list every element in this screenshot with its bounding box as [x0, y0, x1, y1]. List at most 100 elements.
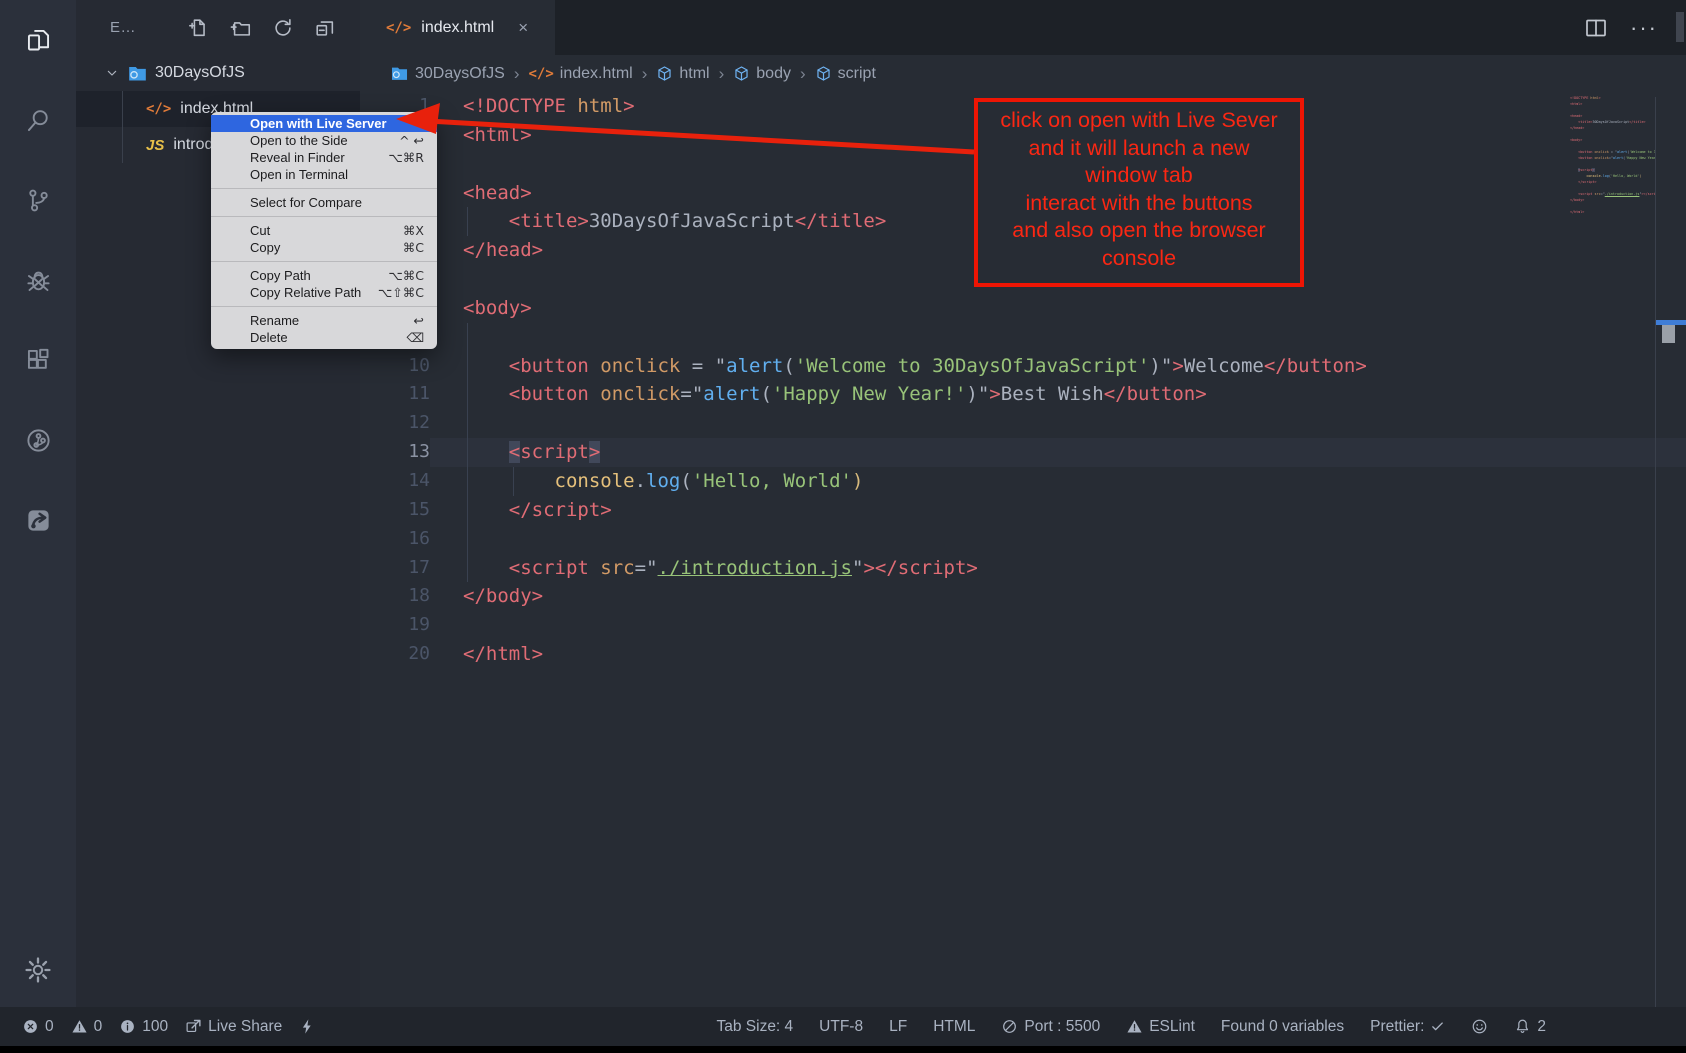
refresh-icon: [272, 17, 294, 39]
activity-item-search[interactable]: [0, 80, 76, 160]
menu-item-delete[interactable]: Delete⌫: [211, 329, 437, 346]
code-token: script: [520, 441, 589, 463]
status-notifications[interactable]: 2: [1514, 1018, 1546, 1036]
code-token: Best Wish: [1001, 383, 1104, 405]
code-token: ": [715, 355, 726, 377]
folder-label: 30DaysOfJS: [155, 64, 245, 82]
minimap-token: </html>: [1570, 210, 1584, 214]
menu-item-label: Open to the Side: [250, 133, 348, 148]
breadcrumb-separator: ›: [719, 64, 725, 84]
status-eslint[interactable]: ESLint: [1126, 1018, 1195, 1036]
code-token: ": [692, 383, 703, 405]
chevron-down-icon: [104, 65, 120, 81]
breadcrumb-item-index-html[interactable]: </>index.html: [528, 65, 632, 83]
line-number: 10: [360, 352, 430, 381]
menu-item-copy[interactable]: Copy⌘C: [211, 239, 437, 256]
annotation-line: console: [978, 245, 1300, 273]
menu-item-open-to-the-side[interactable]: Open to the Side^ ↩: [211, 132, 437, 149]
new-file-button[interactable]: [188, 17, 210, 39]
code-token: .: [635, 470, 646, 492]
split-editor-icon[interactable]: [1584, 16, 1608, 40]
status-tab-size[interactable]: Tab Size: 4: [716, 1018, 793, 1036]
status-feedback[interactable]: [1471, 1018, 1488, 1035]
breadcrumb-item-body[interactable]: body: [733, 65, 791, 83]
status-bar-left: 00 100 Live Share: [22, 1018, 316, 1036]
tab-index-html[interactable]: </> index.html ×: [360, 0, 555, 55]
breadcrumb-item-script[interactable]: script: [815, 65, 876, 83]
status-encoding[interactable]: UTF-8: [819, 1018, 863, 1036]
menu-item-select-for-compare[interactable]: Select for Compare: [211, 194, 437, 211]
gear-icon: [24, 956, 52, 984]
status-eol[interactable]: LF: [889, 1018, 907, 1036]
activity-item-settings[interactable]: [24, 956, 52, 989]
breadcrumb-item-30daysofjs[interactable]: 30DaysOfJS: [390, 64, 505, 83]
minimap[interactable]: <!DOCTYPE html><html><head> <title>30Day…: [1570, 95, 1656, 215]
menu-item-open-with-live-server[interactable]: Open with Live Server: [211, 115, 437, 132]
code-token: html: [566, 95, 623, 117]
tree-item-folder[interactable]: 30DaysOfJS: [76, 55, 360, 91]
menu-item-rename[interactable]: Rename↩: [211, 312, 437, 329]
activity-item-explorer[interactable]: [0, 0, 76, 80]
status-variables-label: Found 0 variables: [1221, 1018, 1344, 1036]
code-token: [463, 557, 509, 579]
code-line-9: 9: [360, 323, 1686, 352]
code-token: ": [1161, 355, 1172, 377]
code-token: ): [852, 470, 863, 492]
code-line-15: 15 </script>: [360, 496, 1686, 525]
activity-item-extensions[interactable]: [0, 320, 76, 400]
status-port[interactable]: Port : 5500: [1001, 1018, 1100, 1036]
status-prettier[interactable]: Prettier:: [1370, 1018, 1445, 1036]
menu-item-shortcut: ⌥⌘C: [388, 268, 424, 283]
status-problems-warnings[interactable]: 0: [71, 1018, 103, 1036]
minimap-line: <button onclick="alert('Happy New Year!'…: [1570, 155, 1656, 161]
error-icon: [22, 1018, 39, 1035]
extensions-icon: [25, 347, 52, 374]
newfile-icon: [188, 17, 210, 39]
scm-icon: [25, 187, 52, 214]
scrollbar-thumb[interactable]: [1676, 12, 1684, 42]
close-tab-icon[interactable]: ×: [518, 18, 528, 38]
status-port-label: Port : 5500: [1024, 1018, 1100, 1036]
line-content: </html>: [430, 640, 1686, 669]
cube-icon: [733, 65, 750, 82]
menu-item-copy-path[interactable]: Copy Path⌥⌘C: [211, 267, 437, 284]
activity-item-run-debug[interactable]: [0, 240, 76, 320]
collapse-all-button[interactable]: [314, 17, 336, 39]
activity-item-git-graph[interactable]: [0, 400, 76, 480]
minimap-token: onclick: [1592, 156, 1608, 160]
status-tab-size-label: Tab Size: 4: [716, 1018, 793, 1036]
menu-item-label: Delete: [250, 330, 288, 345]
more-actions-icon[interactable]: ···: [1630, 15, 1658, 41]
warning-icon: [71, 1018, 88, 1035]
menu-item-open-in-terminal[interactable]: Open in Terminal: [211, 166, 437, 183]
bottom-strip: [0, 1046, 1686, 1053]
bell-icon: [1514, 1018, 1531, 1035]
html-file-icon: </>: [528, 66, 553, 82]
line-number: 16: [360, 525, 430, 554]
line-content: <button onclick = "alert('Welcome to 30D…: [430, 352, 1686, 381]
overview-ruler-thumb[interactable]: [1662, 325, 1675, 343]
minimap-token: alert: [1617, 150, 1627, 154]
menu-item-shortcut: ⌘C: [403, 240, 424, 255]
status-variables[interactable]: Found 0 variables: [1221, 1018, 1344, 1036]
breadcrumb-item-html[interactable]: html: [656, 65, 709, 83]
explorer-actions: [188, 17, 336, 39]
refresh-button[interactable]: [272, 17, 294, 39]
code-token: </html>: [463, 643, 543, 665]
html-file-icon: </>: [146, 101, 171, 117]
breadcrumb-label: script: [838, 65, 876, 83]
status-language-mode[interactable]: HTML: [933, 1018, 975, 1036]
menu-separator: [211, 306, 437, 307]
menu-item-reveal-in-finder[interactable]: Reveal in Finder⌥⌘R: [211, 149, 437, 166]
activity-item-live-share[interactable]: [0, 480, 76, 560]
menu-item-cut[interactable]: Cut⌘X: [211, 222, 437, 239]
new-folder-button[interactable]: [230, 17, 252, 39]
activity-item-source-control[interactable]: [0, 160, 76, 240]
status-problems-info[interactable]: 100: [119, 1018, 168, 1036]
code-token: [463, 355, 509, 377]
menu-item-copy-relative-path[interactable]: Copy Relative Path⌥⇧⌘C: [211, 284, 437, 301]
status-live-share[interactable]: Live Share: [185, 1018, 282, 1036]
status-problems-errors[interactable]: 0: [22, 1018, 54, 1036]
annotation-line: and also open the browser: [978, 217, 1300, 245]
status-power[interactable]: [299, 1018, 316, 1035]
